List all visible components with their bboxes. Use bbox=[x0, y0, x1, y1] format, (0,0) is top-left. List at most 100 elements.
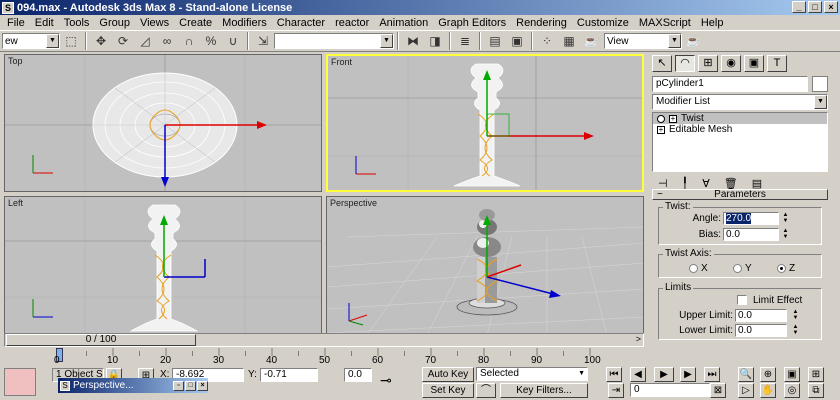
make-unique-icon[interactable]: ∀ bbox=[702, 177, 710, 190]
percent-snap-icon[interactable]: % bbox=[201, 32, 221, 50]
motion-tab-icon[interactable]: ◉ bbox=[721, 54, 741, 72]
menu-reactor[interactable]: reactor bbox=[330, 17, 374, 29]
upper-limit-input[interactable]: 0.0 bbox=[735, 309, 787, 322]
align-icon[interactable]: ◨ bbox=[425, 32, 445, 50]
zoom-extents-all-icon[interactable]: ⊞ bbox=[808, 367, 824, 382]
key-mode-dropdown[interactable]: Selected ▼ bbox=[476, 367, 588, 381]
modify-tab-icon[interactable]: ◠ bbox=[675, 54, 695, 72]
current-frame-field[interactable]: 0 bbox=[630, 383, 710, 397]
menu-tools[interactable]: Tools bbox=[59, 17, 95, 29]
key-icon[interactable]: ⊸ bbox=[380, 372, 392, 389]
y-coordinate-field[interactable]: -0.71 bbox=[260, 368, 318, 382]
lower-limit-spinner[interactable]: ▲ ▼ bbox=[791, 324, 800, 337]
menu-group[interactable]: Group bbox=[94, 17, 135, 29]
configure-sets-icon[interactable]: ▤ bbox=[752, 177, 762, 190]
quick-render-icon[interactable]: ☕ bbox=[581, 32, 601, 50]
reference-coordinate-dropdown[interactable]: View ▼ bbox=[604, 33, 682, 49]
menu-edit[interactable]: Edit bbox=[30, 17, 59, 29]
modifier-list-dropdown[interactable]: Modifier List ▼ bbox=[652, 94, 828, 110]
perspective-minimized-window[interactable]: S Perspective... ▫ □ × bbox=[58, 378, 208, 393]
object-name-field[interactable]: pCylinder1 bbox=[652, 76, 808, 92]
menu-views[interactable]: Views bbox=[135, 17, 174, 29]
pan-icon[interactable]: ✋ bbox=[760, 383, 776, 398]
rotate-icon[interactable]: ⟳ bbox=[113, 32, 133, 50]
limit-effect-checkbox[interactable] bbox=[737, 295, 747, 305]
viewport-top[interactable]: Top bbox=[4, 54, 322, 192]
time-slider[interactable]: 0 / 100 > bbox=[4, 333, 644, 347]
display-tab-icon[interactable]: ▣ bbox=[744, 54, 764, 72]
axis-x-radio[interactable]: X bbox=[689, 263, 708, 274]
menu-customize[interactable]: Customize bbox=[572, 17, 634, 29]
edit-named-selection-icon[interactable]: ⇲ bbox=[253, 32, 273, 50]
z-coordinate-field[interactable]: 0.0 bbox=[344, 368, 372, 382]
stack-item-editable-mesh[interactable]: + Editable Mesh bbox=[653, 124, 827, 135]
stack-item-twist[interactable]: + Twist bbox=[653, 113, 827, 124]
axis-z-radio[interactable]: Z bbox=[777, 263, 795, 274]
lightbulb-icon[interactable] bbox=[657, 114, 665, 123]
key-tangent-icon[interactable]: ⌒ bbox=[476, 383, 496, 398]
select-object-icon[interactable]: ⬚ bbox=[61, 32, 81, 50]
maximize-icon[interactable]: □ bbox=[185, 380, 196, 391]
close-button[interactable]: × bbox=[824, 1, 838, 13]
menu-create[interactable]: Create bbox=[174, 17, 217, 29]
maximize-button[interactable]: □ bbox=[808, 1, 822, 13]
angle-input[interactable]: 270.0 bbox=[723, 212, 779, 225]
menu-rendering[interactable]: Rendering bbox=[511, 17, 572, 29]
spinner-snap-icon[interactable]: ∪ bbox=[223, 32, 243, 50]
lower-limit-input[interactable]: 0.0 bbox=[735, 324, 787, 337]
expand-icon[interactable]: + bbox=[657, 125, 665, 134]
menu-maxscript[interactable]: MAXScript bbox=[634, 17, 696, 29]
next-frame-icon[interactable]: ▶ bbox=[680, 367, 696, 382]
key-mode-toggle-icon[interactable]: ⇥ bbox=[608, 383, 624, 398]
layer-manager-icon[interactable]: ≣ bbox=[455, 32, 475, 50]
material-editor-icon[interactable]: ⁘ bbox=[537, 32, 557, 50]
expand-icon[interactable]: + bbox=[669, 114, 677, 123]
show-end-result-icon[interactable]: ╿ bbox=[682, 177, 689, 190]
play-icon[interactable]: ▶ bbox=[654, 367, 674, 382]
schematic-view-icon[interactable]: ▣ bbox=[507, 32, 527, 50]
parameters-rollout-header[interactable]: − Parameters bbox=[652, 189, 828, 200]
app-icon[interactable]: S bbox=[2, 1, 14, 14]
viewport-left[interactable]: Left bbox=[4, 196, 322, 334]
move-icon[interactable]: ✥ bbox=[91, 32, 111, 50]
set-key-button[interactable]: Set Key bbox=[422, 383, 474, 398]
next-frame-arrow-icon[interactable]: > bbox=[636, 334, 641, 344]
curve-editor-icon[interactable]: ▤ bbox=[485, 32, 505, 50]
pin-stack-icon[interactable]: ⊣ bbox=[658, 177, 668, 190]
arc-rotate-icon[interactable]: ◎ bbox=[784, 383, 800, 398]
menu-modifiers[interactable]: Modifiers bbox=[217, 17, 272, 29]
render-scene-icon[interactable]: ▦ bbox=[559, 32, 579, 50]
upper-limit-spinner[interactable]: ▲ ▼ bbox=[791, 309, 800, 322]
time-slider-thumb[interactable]: 0 / 100 bbox=[6, 334, 196, 346]
mirror-icon[interactable]: ⧓ bbox=[403, 32, 423, 50]
key-filters-button[interactable]: Key Filters... bbox=[500, 383, 588, 398]
close-icon[interactable]: × bbox=[197, 380, 208, 391]
remove-modifier-icon[interactable]: 🗑 bbox=[724, 177, 738, 190]
viewport-perspective[interactable]: Perspective bbox=[326, 196, 644, 334]
maxscript-listener[interactable] bbox=[4, 368, 36, 396]
named-selection-dropdown[interactable]: ▼ bbox=[274, 33, 394, 49]
go-to-start-icon[interactable]: ⏮ bbox=[606, 367, 622, 382]
menu-character[interactable]: Character bbox=[272, 17, 330, 29]
viewport-front[interactable]: Front bbox=[326, 54, 644, 192]
zoom-extents-icon[interactable]: ▣ bbox=[784, 367, 800, 382]
create-tab-icon[interactable]: ↖ bbox=[652, 54, 672, 72]
object-color-swatch[interactable] bbox=[812, 76, 828, 92]
zoom-all-icon[interactable]: ⊕ bbox=[760, 367, 776, 382]
previous-frame-icon[interactable]: ◀ bbox=[630, 367, 646, 382]
maximize-viewport-icon[interactable]: ⧉ bbox=[808, 383, 824, 398]
menu-help[interactable]: Help bbox=[696, 17, 729, 29]
minimize-button[interactable]: _ bbox=[792, 1, 806, 13]
restore-icon[interactable]: ▫ bbox=[173, 380, 184, 391]
scale-icon[interactable]: ◿ bbox=[135, 32, 155, 50]
axis-y-radio[interactable]: Y bbox=[733, 263, 752, 274]
selection-filter-dropdown[interactable]: ew ▼ bbox=[2, 33, 60, 49]
angle-spinner[interactable]: ▲ ▼ bbox=[781, 212, 790, 225]
bias-spinner[interactable]: ▲ ▼ bbox=[781, 228, 790, 241]
teapot-render-icon[interactable]: ☕ bbox=[683, 32, 703, 50]
menu-animation[interactable]: Animation bbox=[374, 17, 433, 29]
bias-input[interactable]: 0.0 bbox=[723, 228, 779, 241]
menu-file[interactable]: File bbox=[2, 17, 30, 29]
field-of-view-icon[interactable]: ▷ bbox=[738, 383, 754, 398]
trackbar[interactable]: 0 10 20 30 40 50 60 70 80 90 100 bbox=[4, 348, 644, 366]
